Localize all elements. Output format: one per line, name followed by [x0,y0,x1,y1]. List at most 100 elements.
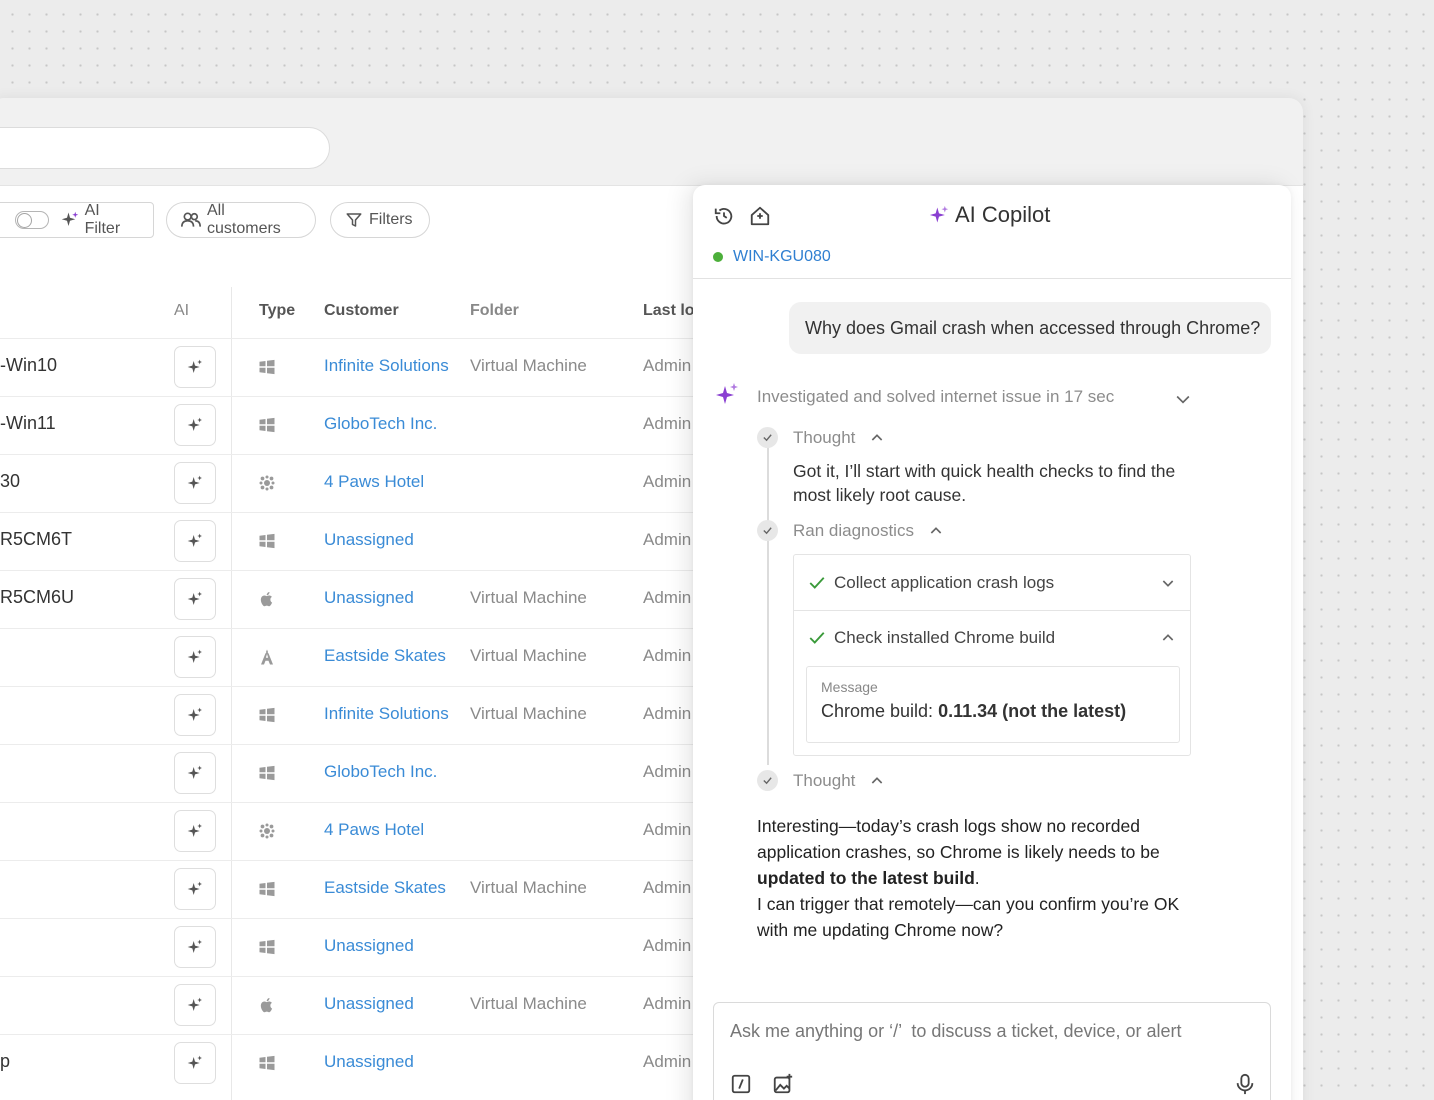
device-name[interactable]: -Win10 [0,355,57,376]
diagnostic-item[interactable]: Check installed Chrome build [794,610,1190,665]
ai-action-button[interactable] [174,694,216,736]
last-login-cell: Admin [643,820,692,839]
header-folder[interactable]: Folder [470,302,519,320]
ai-response: Interesting—today’s crash logs show no r… [757,816,1180,940]
ai-action-button[interactable] [174,752,216,794]
diagnostics-step[interactable]: Ran diagnostics [793,521,944,541]
customer-link[interactable]: 4 Paws Hotel [324,472,424,492]
customer-link[interactable]: 4 Paws Hotel [324,820,424,840]
ai-action-button[interactable] [174,1042,216,1084]
customer-link[interactable]: Unassigned [324,530,414,550]
windows-icon [258,764,278,784]
slash-command-icon[interactable] [730,1073,752,1095]
add-image-icon[interactable] [772,1073,794,1095]
last-login-cell: Admin [643,878,692,897]
customer-link[interactable]: Eastside Skates [324,878,446,898]
all-customers-button[interactable]: All customers [166,202,316,238]
device-name[interactable]: p [0,1051,10,1072]
chevron-up-icon[interactable] [1160,630,1176,646]
sparkle-icon [929,205,949,223]
thought-text: Got it, I’ll start with quick health che… [793,461,1176,505]
thought-step[interactable]: Thought [793,771,885,791]
ai-action-button[interactable] [174,636,216,678]
table-row[interactable]: R5CM6T Unassigned Admin [0,512,700,570]
chevron-up-icon[interactable] [869,430,885,446]
sparkle-icon [187,707,203,723]
history-icon[interactable] [713,205,735,227]
customer-link[interactable]: Unassigned [324,994,414,1014]
customer-link[interactable]: GloboTech Inc. [324,414,437,434]
ai-filter-toggle[interactable] [15,211,49,229]
last-login-cell: Admin [643,936,692,955]
last-login-cell: Admin [643,704,692,723]
search-input[interactable] [0,127,330,169]
table-row[interactable]: p Unassigned Admin [0,1034,700,1092]
customer-link[interactable]: Infinite Solutions [324,704,449,724]
ai-action-button[interactable] [174,346,216,388]
chevron-up-icon[interactable] [869,773,885,789]
table-row[interactable]: Eastside Skates Virtual Machine Admin [0,860,700,918]
step-check-icon [757,770,778,791]
header-last[interactable]: Last lo [643,302,695,320]
last-login-cell: Admin [643,994,692,1013]
copilot-title-text: AI Copilot [955,202,1051,227]
table-row[interactable]: R5CM6U Unassigned Virtual Machine Admin [0,570,700,628]
copilot-header: AI Copilot WIN-KGU080 [693,185,1291,279]
table-row[interactable]: Infinite Solutions Virtual Machine Admin [0,686,700,744]
message-value: Chrome build: 0.11.34 (not the latest) [821,701,1127,721]
customer-link[interactable]: Unassigned [324,936,414,956]
table-row[interactable]: -Win10 Infinite Solutions Virtual Machine A… [0,338,700,396]
ai-action-button[interactable] [174,462,216,504]
diagnostic-item[interactable]: Collect application crash logs [794,555,1190,610]
ai-action-button[interactable] [174,868,216,910]
device-name[interactable]: -Win11 [0,413,56,434]
table-row[interactable]: GloboTech Inc. Admin [0,744,700,802]
ai-action-button[interactable] [174,926,216,968]
header-customer[interactable]: Customer [324,302,399,320]
table-row[interactable]: Unassigned Virtual Machine Admin [0,976,700,1034]
thought-step[interactable]: Thought [793,428,885,448]
copilot-input[interactable] [714,1003,1270,1059]
device-name[interactable]: 30 [0,471,20,492]
check-icon [809,632,825,644]
ai-action-button[interactable] [174,984,216,1026]
ai-action-button[interactable] [174,520,216,562]
ai-action-button[interactable] [174,404,216,446]
diagnostic-label: Check installed Chrome build [834,628,1056,647]
chevron-up-icon[interactable] [928,523,944,539]
customer-link[interactable]: GloboTech Inc. [324,762,437,782]
sparkle-icon [187,533,203,549]
customer-link[interactable]: Unassigned [324,1052,414,1072]
device-link[interactable]: WIN-KGU080 [733,248,831,266]
device-name[interactable]: R5CM6U [0,587,74,608]
diagnostics-list: Collect application crash logs Check ins… [793,554,1191,756]
filters-button[interactable]: Filters [330,202,430,238]
customer-link[interactable]: Infinite Solutions [324,356,449,376]
ai-action-button[interactable] [174,578,216,620]
ai-filter-button[interactable]: AI Filter [0,202,154,238]
header-type[interactable]: Type [259,302,295,320]
chevron-down-icon[interactable] [1160,575,1176,591]
table-row[interactable]: 4 Paws Hotel Admin [0,802,700,860]
customer-link[interactable]: Unassigned [324,588,414,608]
table-row[interactable]: Eastside Skates Virtual Machine Admin [0,628,700,686]
online-status-dot [713,252,723,262]
linux-icon [258,822,278,842]
sparkle-icon [187,417,203,433]
table-row[interactable]: Unassigned Admin [0,918,700,976]
last-login-cell: Admin [643,356,692,375]
windows-icon [258,416,278,436]
microphone-icon[interactable] [1234,1073,1256,1095]
sparkle-icon [187,765,203,781]
chevron-down-icon[interactable] [1173,389,1193,409]
customer-link[interactable]: Eastside Skates [324,646,446,666]
sparkle-icon [187,997,203,1013]
ai-action-button[interactable] [174,810,216,852]
home-icon[interactable] [749,205,771,227]
table-row[interactable]: 30 4 Paws Hotel Admin [0,454,700,512]
table-row[interactable]: -Win11 GloboTech Inc. Admin [0,396,700,454]
device-name[interactable]: R5CM6T [0,529,72,550]
windows-icon [258,532,278,552]
diagnostic-label: Collect application crash logs [834,572,1055,592]
thought-label: Thought [793,428,856,447]
